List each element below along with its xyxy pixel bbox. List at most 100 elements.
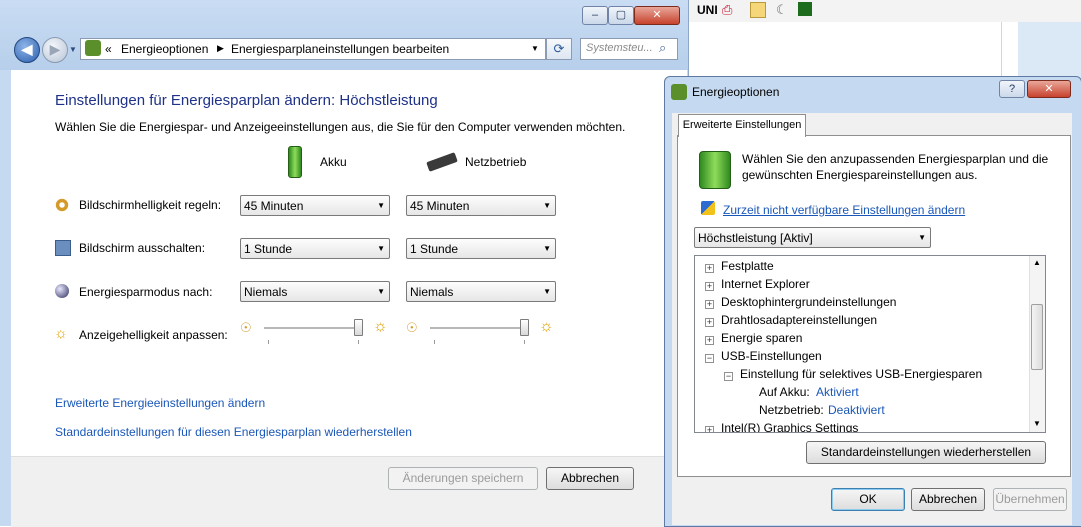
brightness-slider-plugged-track[interactable] [430,327,526,330]
column-plugged: Netzbetrieb [465,155,527,169]
breadcrumb-item-current[interactable]: Energiesparplaneinstellungen bearbeiten [231,42,449,56]
address-bar[interactable]: « Energieoptionen ▶ Energiesparplaneinst… [80,38,546,60]
history-dropdown-icon[interactable]: ▼ [69,45,77,54]
collapse-icon[interactable]: − [705,354,714,363]
sleep-moon-icon [55,284,69,298]
ok-button[interactable]: OK [831,488,905,511]
tree-item-desktop-background[interactable]: Desktophintergrundeinstellungen [721,295,896,309]
dialog-close-button[interactable]: ✕ [1027,80,1071,98]
close-button[interactable]: ✕ [634,6,680,25]
settings-tree[interactable]: + Festplatte + Internet Explorer + Deskt… [694,255,1046,433]
tree-item-festplatte[interactable]: Festplatte [721,259,774,273]
dialog-cancel-button[interactable]: Abbrechen [911,488,985,511]
battery-icon [288,146,302,178]
chevron-down-icon: ▼ [377,201,385,210]
search-placeholder: Systemsteu... [586,42,653,54]
slider-tick [434,340,435,344]
power-plan-select[interactable]: Höchstleistung [Aktiv] ▼ [694,227,931,248]
monitor-clock-icon [55,240,71,256]
refresh-button[interactable]: ⟳ [546,38,572,60]
app-icon[interactable]: ☾ [776,2,790,17]
background-panel [1018,22,1081,82]
brightness-low-icon: ☉ [406,320,418,335]
dropdown-sleep-battery[interactable]: Niemals ▼ [240,281,390,302]
chevron-down-icon: ▼ [918,233,926,242]
expand-icon[interactable]: + [705,426,714,432]
battery-plug-icon [699,151,731,189]
pdf-icon[interactable]: ⎙ [722,2,736,17]
brightness-slider-battery-thumb[interactable] [354,319,363,336]
column-battery: Akku [320,155,347,169]
back-button[interactable]: ◀ [14,37,40,63]
breadcrumb-item-energieoptionen[interactable]: Energieoptionen [121,42,208,56]
dropdown-sleep-plugged[interactable]: Niemals ▼ [406,281,556,302]
search-input[interactable]: Systemsteu... ⌕ [580,38,678,60]
scrollbar-thumb[interactable] [1031,304,1043,370]
power-options-icon [671,84,687,100]
setting-label-display-off: Bildschirm ausschalten: [79,241,206,255]
breadcrumb-chevron: « [105,42,112,56]
restore-defaults-button[interactable]: Standardeinstellungen wiederherstellen [806,441,1046,464]
tree-item-usb[interactable]: USB-Einstellungen [721,349,822,363]
scroll-down-icon[interactable]: ▼ [1033,419,1041,428]
tree-item-usb-selective-suspend[interactable]: Einstellung für selektives USB-Energiesp… [740,367,982,381]
dropdown-display-off-battery[interactable]: 1 Stunde ▼ [240,238,390,259]
tree-item-wireless[interactable]: Drahtlosadaptereinstellungen [721,313,877,327]
slider-tick [524,340,525,344]
brightness-slider-battery-track[interactable] [264,327,360,330]
dropdown-dim-battery[interactable]: 45 Minuten ▼ [240,195,390,216]
tab-advanced-settings[interactable]: Erweiterte Einstellungen [678,114,806,137]
change-unavailable-settings-link[interactable]: Zurzeit nicht verfügbare Einstellungen ä… [723,203,965,217]
expand-icon[interactable]: + [705,264,714,273]
tree-item-internet-explorer[interactable]: Internet Explorer [721,277,810,291]
setting-label-sleep: Energiesparmodus nach: [79,285,213,299]
help-button[interactable]: ? [999,80,1025,98]
chevron-down-icon: ▼ [543,287,551,296]
tree-item-plugged-value[interactable]: Deaktiviert [828,403,885,417]
brightness-high-icon: ☼ [539,318,554,335]
setting-label-dim: Bildschirmhelligkeit regeln: [79,198,222,212]
brightness-slider-plugged-thumb[interactable] [520,319,529,336]
tree-scrollbar[interactable]: ▲ ▼ [1029,256,1045,432]
chevron-down-icon: ▼ [377,287,385,296]
brightness-low-icon: ☉ [240,320,252,335]
apply-button[interactable]: Übernehmen [993,488,1067,511]
expand-icon[interactable]: + [705,318,714,327]
divider [1001,22,1002,82]
dropdown-dim-plugged[interactable]: 45 Minuten ▼ [406,195,556,216]
address-dropdown-icon[interactable]: ▼ [531,44,539,53]
page-title: Einstellungen für Energiesparplan ändern… [55,92,438,109]
folder-icon[interactable] [750,2,766,18]
forward-button[interactable]: ▶ [42,37,68,63]
expand-icon[interactable]: + [705,336,714,345]
expand-icon[interactable]: + [705,282,714,291]
dialog-description: Wählen Sie den anzupassenden Energiespar… [742,152,1049,182]
setting-label-brightness: Anzeigehelligkeit anpassen: [79,328,228,342]
chevron-down-icon: ▼ [543,201,551,210]
sun-icon: ☼ [54,325,68,342]
tree-item-on-battery-value[interactable]: Aktiviert [816,385,859,399]
uni-label: UNI [697,3,718,17]
advanced-settings-link[interactable]: Erweiterte Energieeinstellungen ändern [55,396,265,410]
slider-tick [268,340,269,344]
dialog-title: Energieoptionen [692,85,780,99]
tree-item-intel-graphics[interactable]: Intel(R) Graphics Settings [721,421,858,432]
breadcrumb-separator-icon[interactable]: ▶ [217,43,224,54]
tree-item-sleep[interactable]: Energie sparen [721,331,802,345]
search-icon[interactable]: ⌕ [659,40,666,56]
minimize-button[interactable]: – [582,6,608,25]
cancel-button[interactable]: Abbrechen [546,467,634,490]
maximize-button[interactable]: ▢ [608,6,634,25]
expand-icon[interactable]: + [705,300,714,309]
dropdown-display-off-plugged[interactable]: 1 Stunde ▼ [406,238,556,259]
control-panel-window: – ▢ ✕ ◀ ▶ ▼ « Energieoptionen ▶ Energies… [0,0,689,526]
brightness-icon [55,198,69,212]
slider-tick [358,340,359,344]
page-subtitle: Wählen Sie die Energiespar- und Anzeigee… [55,120,626,134]
scroll-up-icon[interactable]: ▲ [1033,258,1041,267]
save-changes-button[interactable]: Änderungen speichern [388,467,538,490]
collapse-icon[interactable]: − [724,372,733,381]
app-green-icon[interactable] [798,2,812,16]
brightness-high-icon: ☼ [373,318,388,335]
restore-defaults-link[interactable]: Standardeinstellungen für diesen Energie… [55,425,412,439]
